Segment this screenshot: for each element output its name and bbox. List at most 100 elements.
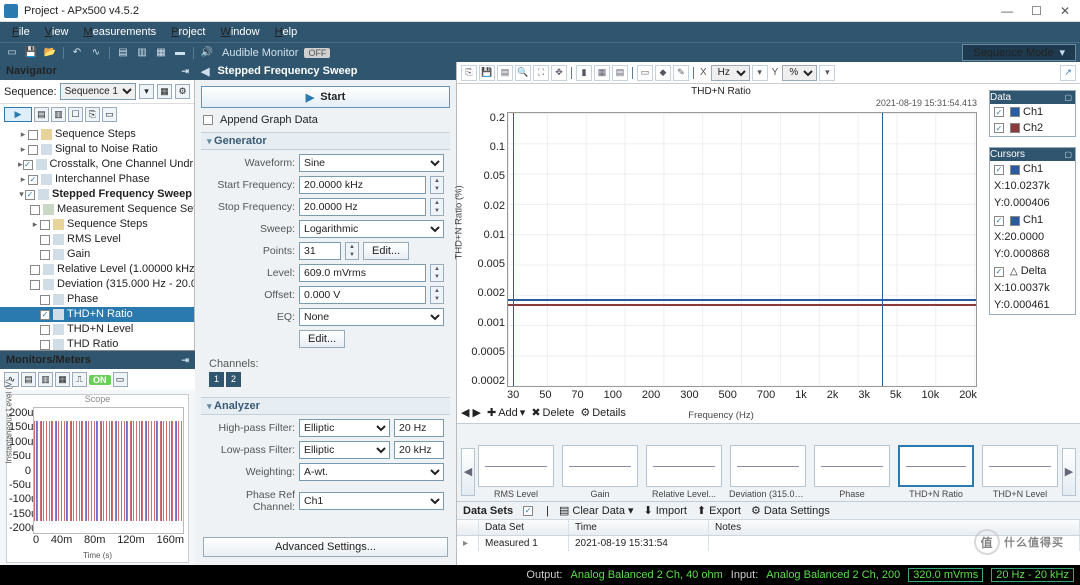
back-icon[interactable]: ◀ <box>201 65 209 78</box>
ct-save-icon[interactable]: 💾 <box>479 65 495 81</box>
meter3-icon[interactable]: ▦ <box>153 46 169 60</box>
points-input[interactable] <box>299 242 341 260</box>
menu-project[interactable]: Project <box>165 24 211 40</box>
hp-value-input[interactable] <box>394 419 444 437</box>
bar-icon[interactable]: ▬ <box>172 46 188 60</box>
close-button[interactable]: ✕ <box>1060 4 1070 18</box>
tree-node[interactable]: ▸Sequence Steps <box>0 217 194 232</box>
tree-node[interactable]: Phase <box>0 292 194 307</box>
lp-value-input[interactable] <box>394 441 444 459</box>
x-unit-select[interactable]: Hz <box>711 65 750 81</box>
ct-fit-icon[interactable]: ⛶ <box>533 65 549 81</box>
tree-node[interactable]: RMS Level <box>0 232 194 247</box>
spinner[interactable]: ▲▼ <box>345 242 359 260</box>
tree-node[interactable]: Gain <box>0 247 194 262</box>
analyzer-section[interactable]: Analyzer <box>201 397 450 415</box>
seq-gear-icon[interactable]: ⚙ <box>175 84 190 99</box>
result-thumbnail[interactable]: Gain <box>561 445 639 499</box>
spinner[interactable]: ▲▼ <box>430 286 444 304</box>
eq-edit-button[interactable]: Edit... <box>299 330 345 348</box>
ds-check[interactable] <box>523 506 533 516</box>
nav-tb-2[interactable]: ▥ <box>51 107 66 122</box>
seq-add-button[interactable]: ▾ <box>139 84 154 99</box>
new-icon[interactable]: ▭ <box>4 46 20 60</box>
clear-data-button[interactable]: ▤Clear Data ▾ <box>559 504 634 517</box>
tree-node[interactable]: THD+N Ratio <box>0 307 194 322</box>
minimize-button[interactable]: — <box>1001 4 1013 18</box>
ct-legend-icon[interactable]: ▤ <box>612 65 628 81</box>
y-unit-select[interactable]: % <box>782 65 817 81</box>
tree-node[interactable]: Measurement Sequence Settings... <box>0 202 194 217</box>
eq-select[interactable]: None <box>299 308 444 326</box>
tree-node[interactable]: ▸Interchannel Phase <box>0 172 194 187</box>
sequence-mode-select[interactable]: Sequence Mode <box>962 44 1076 61</box>
monitor-on-badge[interactable]: ON <box>89 375 111 385</box>
result-thumbnail[interactable]: Phase <box>813 445 891 499</box>
mon-tb-4[interactable]: ▦ <box>55 372 70 387</box>
ct-zoom-icon[interactable]: 🔍 <box>515 65 531 81</box>
mon-tb-5[interactable]: ⎍ <box>72 372 87 387</box>
offset-input[interactable] <box>299 286 426 304</box>
weighting-select[interactable]: A-wt. <box>299 463 444 481</box>
tree-node[interactable]: ▸Sequence Steps <box>0 127 194 142</box>
mon-tb-6[interactable]: ▭ <box>113 372 128 387</box>
nav-tb-5[interactable]: ▭ <box>102 107 117 122</box>
level-input[interactable] <box>299 264 426 282</box>
popout-icon[interactable]: ↗ <box>1060 65 1076 81</box>
points-edit-button[interactable]: Edit... <box>363 242 409 260</box>
thumb-prev-button[interactable]: ◀ <box>461 448 475 496</box>
save-icon[interactable]: 💾 <box>23 46 39 60</box>
audible-toggle[interactable]: OFF <box>304 48 330 58</box>
menu-view[interactable]: View <box>39 24 75 40</box>
advanced-settings-button[interactable]: Advanced Settings... <box>203 537 448 557</box>
thumb-delete-button[interactable]: ✖Delete <box>531 406 574 419</box>
menu-measurements[interactable]: Measurements <box>77 24 162 40</box>
channel-1-button[interactable]: 1 <box>209 372 224 387</box>
start-freq-input[interactable] <box>299 176 426 194</box>
waveform-select[interactable]: Sine <box>299 154 444 172</box>
open-icon[interactable]: 📂 <box>42 46 58 60</box>
meter2-icon[interactable]: ▥ <box>134 46 150 60</box>
ct-marker-icon[interactable]: ◆ <box>655 65 671 81</box>
tree-node[interactable]: THD Ratio <box>0 337 194 350</box>
tree-node[interactable]: Deviation (315.000 Hz - 20.0000 <box>0 277 194 292</box>
phase-ref-select[interactable]: Ch1 <box>299 492 444 510</box>
maximize-button[interactable]: ☐ <box>1031 4 1042 18</box>
tree-node[interactable]: ▸Signal to Noise Ratio <box>0 142 194 157</box>
data-settings-button[interactable]: ⚙Data Settings <box>751 504 830 517</box>
hp-filter-select[interactable]: Elliptic <box>299 419 390 437</box>
pin-icon[interactable]: ⇥ <box>181 66 189 77</box>
speaker-icon[interactable]: 🔊 <box>199 46 215 60</box>
main-chart[interactable]: THD+N Ratio 2021-08-19 15:31:54.413 AP T… <box>457 84 985 423</box>
thumb-add-button[interactable]: ✚Add ▾ <box>487 406 525 419</box>
menu-window[interactable]: Window <box>214 24 265 40</box>
ct-pan-icon[interactable]: ✥ <box>551 65 567 81</box>
result-thumbnail[interactable]: THD+N Level <box>981 445 1059 499</box>
spinner[interactable]: ▲▼ <box>430 264 444 282</box>
mon-tb-3[interactable]: ▥ <box>38 372 53 387</box>
thumb-next-button[interactable]: ▶ <box>1062 448 1076 496</box>
ct-note-icon[interactable]: ✎ <box>673 65 689 81</box>
result-thumbnail[interactable]: Relative Level... <box>645 445 723 499</box>
lp-filter-select[interactable]: Elliptic <box>299 441 390 459</box>
stop-freq-input[interactable] <box>299 198 426 216</box>
result-thumbnail[interactable]: RMS Level <box>477 445 555 499</box>
y-opts-icon[interactable]: ▾ <box>819 65 835 81</box>
mon-tb-2[interactable]: ▤ <box>21 372 36 387</box>
sweep-select[interactable]: Logarithmic <box>299 220 444 238</box>
tree-node[interactable]: Relative Level (1.00000 kHz) <box>0 262 194 277</box>
ct-copy-icon[interactable]: ⎘ <box>461 65 477 81</box>
nav-tb-1[interactable]: ▤ <box>34 107 49 122</box>
meter1-icon[interactable]: ▤ <box>115 46 131 60</box>
menu-help[interactable]: Help <box>269 24 304 40</box>
tree-node[interactable]: ▸Crosstalk, One Channel Undriven <box>0 157 194 172</box>
signal-icon[interactable]: ∿ <box>88 46 104 60</box>
undo-icon[interactable]: ↶ <box>69 46 85 60</box>
channel-2-button[interactable]: 2 <box>226 372 241 387</box>
ct-limit-icon[interactable]: ▭ <box>637 65 653 81</box>
ct-print-icon[interactable]: ▤ <box>497 65 513 81</box>
sequence-select[interactable]: Sequence 1 <box>60 83 136 100</box>
generator-section[interactable]: Generator <box>201 132 450 150</box>
x-opts-icon[interactable]: ▾ <box>752 65 768 81</box>
tree-node[interactable]: ▾Stepped Frequency Sweep <box>0 187 194 202</box>
